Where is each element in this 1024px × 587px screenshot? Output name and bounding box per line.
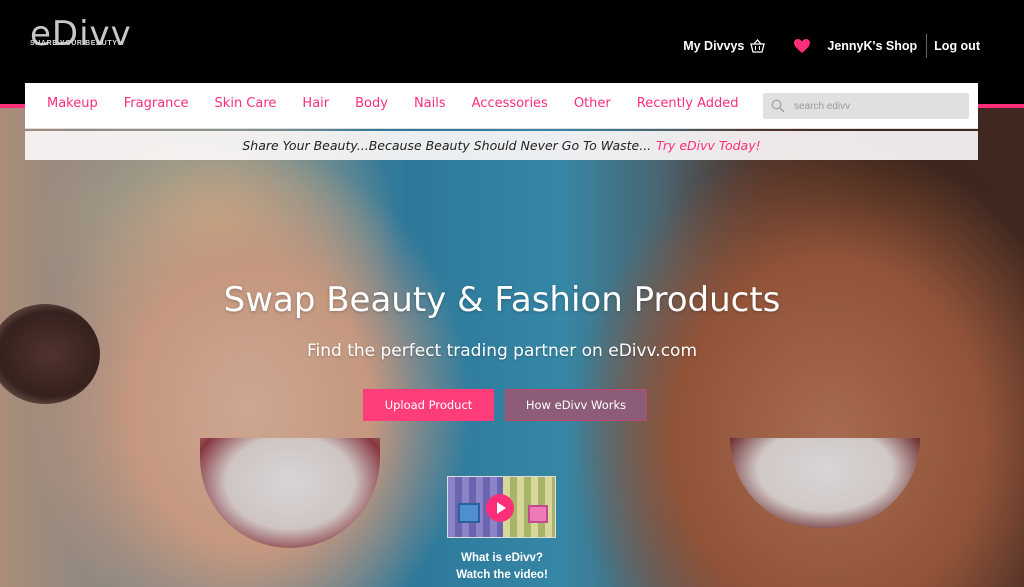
logout-link[interactable]: Log out (934, 39, 980, 53)
shop-link[interactable]: JennyK's Shop (827, 39, 917, 53)
logo-tagline: SHARE YOUR BEAUTY (30, 40, 118, 47)
basket-icon (750, 39, 766, 53)
video-thumbnail[interactable] (447, 476, 556, 538)
how-edivv-works-button[interactable]: How eDivv Works (505, 389, 647, 421)
search-input[interactable] (794, 100, 964, 112)
nav-item-nails[interactable]: Nails (414, 96, 446, 111)
try-edivv-link[interactable]: Try eDivv Today! (656, 138, 760, 153)
nav-item-hair[interactable]: Hair (302, 96, 329, 111)
nav-item-accessories[interactable]: Accessories (472, 96, 548, 111)
nav-item-skin-care[interactable]: Skin Care (215, 96, 277, 111)
nav-divider (926, 34, 928, 58)
gift-icon (528, 505, 548, 523)
heart-icon[interactable] (793, 38, 811, 54)
nav-item-fragrance[interactable]: Fragrance (124, 96, 189, 111)
promo-message: Share Your Beauty...Because Beauty Shoul… (242, 138, 652, 153)
nav-item-other[interactable]: Other (574, 96, 611, 111)
hero-headline: Swap Beauty & Fashion Products (223, 280, 781, 320)
user-nav: My Divvys JennyK's Shop Log out (683, 34, 980, 58)
promo-strip: Share Your Beauty...Because Beauty Shoul… (25, 131, 978, 160)
play-icon[interactable] (486, 494, 514, 522)
logo-wordmark: eDivv (30, 14, 132, 54)
hero-subheadline: Find the perfect trading partner on eDiv… (306, 341, 698, 361)
logo-text: eDivv (30, 14, 132, 54)
my-divvys-link[interactable]: My Divvys (683, 39, 766, 53)
upload-product-button[interactable]: Upload Product (363, 389, 494, 421)
my-divvys-label: My Divvys (683, 39, 745, 53)
video-caption[interactable]: What is eDivv? Watch the video! (430, 550, 574, 584)
accent-line-left (0, 104, 26, 108)
category-list: Makeup Fragrance Skin Care Hair Body Nai… (47, 96, 765, 111)
nav-item-makeup[interactable]: Makeup (47, 96, 98, 111)
nav-item-body[interactable]: Body (355, 96, 388, 111)
search-box (763, 93, 969, 119)
nav-item-recently-added[interactable]: Recently Added (637, 96, 739, 111)
category-nav: Makeup Fragrance Skin Care Hair Body Nai… (25, 83, 978, 129)
accent-line-right (978, 104, 1024, 108)
video-caption-title: What is eDivv? (461, 552, 543, 564)
gift-icon (458, 503, 480, 523)
search-icon[interactable] (771, 99, 785, 113)
video-caption-subtitle: Watch the video! (456, 569, 548, 581)
